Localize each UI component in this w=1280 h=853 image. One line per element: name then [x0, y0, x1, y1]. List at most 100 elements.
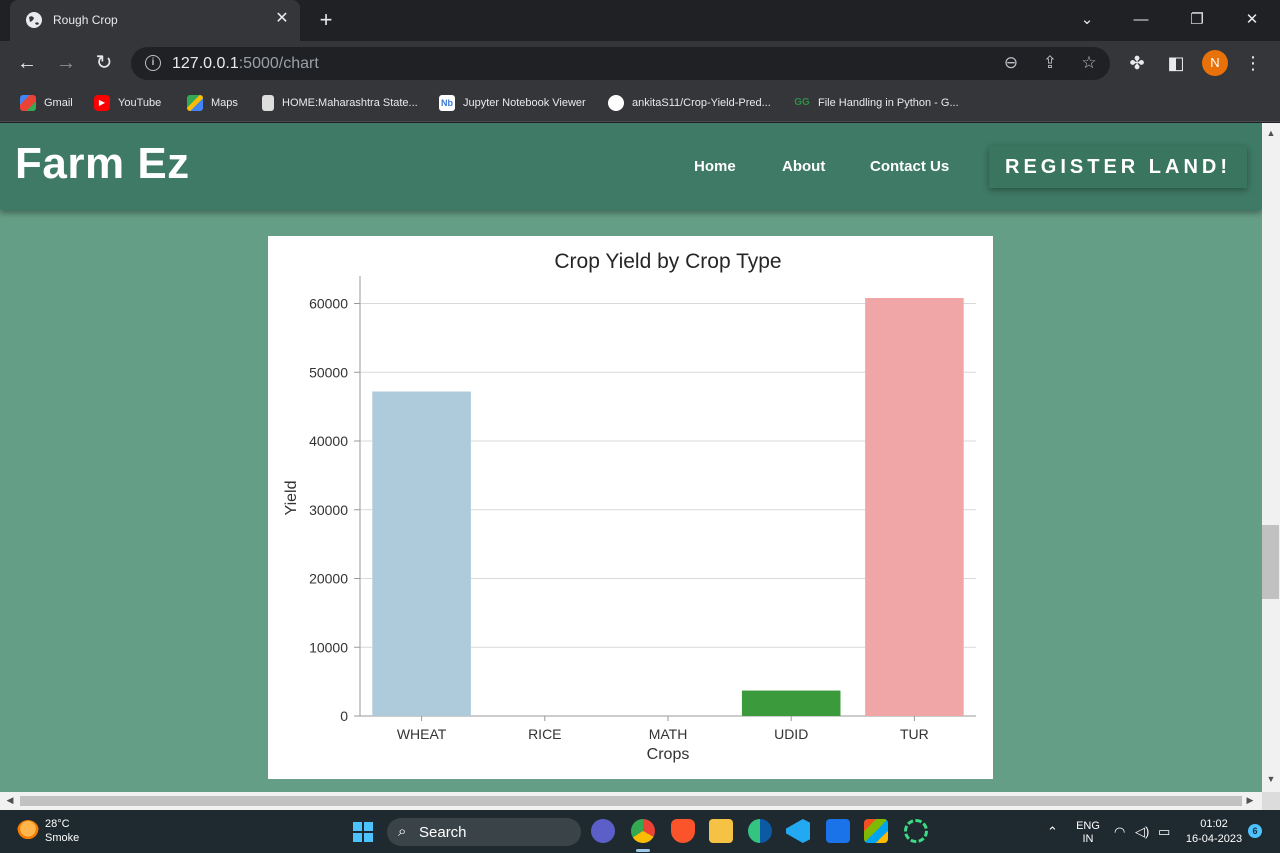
- extensions-icon[interactable]: ✤: [1125, 51, 1149, 75]
- nav-home-link[interactable]: Home: [694, 158, 736, 175]
- zoom-icon[interactable]: ⊖: [1000, 52, 1022, 74]
- vertical-scrollbar[interactable]: [1262, 123, 1280, 792]
- bar-wheat: [372, 391, 471, 716]
- tray-overflow-icon[interactable]: ⌃: [1047, 824, 1058, 840]
- language-bottom[interactable]: IN: [1074, 833, 1102, 845]
- x-tick-label: RICE: [528, 726, 561, 742]
- site-header: Farm Ez Home About Contact Us REGISTER L…: [0, 123, 1262, 210]
- restore-icon[interactable]: ❐: [1185, 8, 1209, 32]
- globe-icon: [26, 12, 42, 28]
- nav-about-link[interactable]: About: [782, 158, 825, 175]
- back-icon[interactable]: ←: [15, 51, 39, 75]
- browser-toolbar: ← → ↻ i 127.0.0.1:5000/chart ⊖ ⇪ ☆ ✤ ◧ N…: [0, 41, 1280, 85]
- bookmark-youtube[interactable]: ▶ YouTube: [94, 94, 161, 112]
- bookmark-maharashtra[interactable]: HOME:Maharashtra State...: [262, 94, 418, 112]
- tab-strip: Rough Crop ✕ + ⌄ — ❐ ✕: [0, 0, 1280, 41]
- scroll-up-arrow-icon[interactable]: ▲: [1264, 128, 1278, 138]
- edge-icon[interactable]: [748, 819, 772, 843]
- forward-icon[interactable]: →: [54, 51, 78, 75]
- weather-temp: 28°C: [45, 818, 70, 830]
- maps-icon: [187, 95, 203, 111]
- new-tab-icon[interactable]: +: [314, 8, 338, 32]
- spinner-app-icon[interactable]: [904, 819, 928, 843]
- battery-icon[interactable]: ▭: [1158, 824, 1170, 840]
- nbviewer-icon: Nb: [439, 95, 455, 111]
- x-axis-label: Crops: [647, 746, 690, 763]
- scroll-left-arrow-icon[interactable]: ◀: [3, 795, 17, 806]
- site-icon: [262, 95, 274, 111]
- horizontal-scroll-thumb[interactable]: [20, 796, 1242, 806]
- bookmark-maps[interactable]: Maps: [187, 94, 238, 112]
- y-tick-label: 30000: [309, 502, 348, 518]
- teams-icon[interactable]: [591, 819, 615, 843]
- start-button-icon[interactable]: [353, 822, 373, 842]
- scroll-down-arrow-icon[interactable]: ▼: [1264, 774, 1278, 784]
- bookmark-star-icon[interactable]: ☆: [1078, 52, 1100, 74]
- site-info-icon[interactable]: i: [145, 55, 161, 71]
- address-bar[interactable]: i 127.0.0.1:5000/chart ⊖ ⇪ ☆: [131, 47, 1110, 80]
- url-text[interactable]: 127.0.0.1:5000/chart: [172, 55, 319, 73]
- chart-title: Crop Yield by Crop Type: [554, 250, 781, 273]
- scroll-right-arrow-icon[interactable]: ▶: [1243, 795, 1257, 806]
- y-tick-label: 50000: [309, 364, 348, 380]
- profile-avatar[interactable]: N: [1202, 50, 1228, 76]
- register-land-button[interactable]: REGISTER LAND!: [989, 146, 1247, 188]
- tab-title: Rough Crop: [53, 13, 118, 27]
- store-icon[interactable]: [864, 819, 888, 843]
- active-app-indicator: [636, 849, 650, 852]
- brave-icon[interactable]: [671, 819, 695, 843]
- side-panel-icon[interactable]: ◧: [1164, 51, 1188, 75]
- gmail-icon: [20, 95, 36, 111]
- bar-tur: [865, 298, 964, 716]
- taskbar-search-label: Search: [419, 824, 467, 841]
- close-tab-icon[interactable]: ✕: [272, 9, 292, 29]
- github-icon: [608, 95, 624, 111]
- vertical-scroll-thumb[interactable]: [1262, 525, 1279, 599]
- weather-sun-icon: [17, 820, 39, 842]
- notification-badge[interactable]: 6: [1248, 824, 1262, 838]
- youtube-icon: ▶: [94, 95, 110, 111]
- windows-taskbar: 28°C Smoke ⌕ Search ⌃ ENG IN ◠ ◁) ▭ 01:0…: [0, 810, 1280, 853]
- reload-icon[interactable]: ↻: [92, 51, 116, 75]
- scrollbar-corner: [1262, 792, 1280, 810]
- page-viewport: Farm Ez Home About Contact Us REGISTER L…: [0, 123, 1262, 792]
- search-icon: ⌕: [398, 823, 407, 840]
- language-top[interactable]: ENG: [1074, 820, 1102, 832]
- x-tick-label: WHEAT: [397, 726, 447, 742]
- menu-icon[interactable]: ⋮: [1241, 51, 1265, 75]
- tab-search-icon[interactable]: ⌄: [1075, 8, 1099, 32]
- bookmark-nbviewer[interactable]: Nb Jupyter Notebook Viewer: [439, 94, 586, 112]
- y-tick-label: 20000: [309, 571, 348, 587]
- bookmark-github[interactable]: ankitaS11/Crop-Yield-Pred...: [608, 94, 771, 112]
- y-axis-label: Yield: [283, 481, 300, 516]
- chart-card: Crop Yield by Crop Type 0 10000 20000 30000…: [268, 236, 993, 779]
- wifi-icon[interactable]: ◠: [1114, 824, 1125, 840]
- weather-desc: Smoke: [45, 832, 80, 844]
- x-tick-label: MATH: [649, 726, 688, 742]
- clock-time[interactable]: 01:02: [1184, 818, 1244, 830]
- close-window-icon[interactable]: ✕: [1240, 8, 1264, 32]
- minimize-icon[interactable]: —: [1129, 8, 1153, 32]
- bar-udid: [741, 690, 841, 716]
- nav-contact-link[interactable]: Contact Us: [870, 158, 949, 175]
- gfg-icon: GG: [794, 97, 810, 108]
- taskbar-search[interactable]: ⌕ Search: [387, 818, 581, 846]
- x-tick-label: UDID: [774, 726, 808, 742]
- bookmarks-bar: Gmail ▶ YouTube Maps HOME:Maharashtra St…: [0, 85, 1280, 122]
- volume-icon[interactable]: ◁): [1135, 824, 1149, 840]
- crop-yield-chart: Crop Yield by Crop Type 0 10000 20000 30000…: [283, 250, 976, 763]
- y-tick-label: 10000: [309, 639, 348, 655]
- y-tick-label: 0: [340, 708, 348, 724]
- chrome-icon[interactable]: [631, 819, 655, 843]
- site-brand[interactable]: Farm Ez: [15, 139, 190, 189]
- file-explorer-icon[interactable]: [709, 819, 733, 843]
- bookmark-gmail[interactable]: Gmail: [20, 94, 73, 112]
- y-tick-label: 60000: [309, 296, 348, 312]
- share-icon[interactable]: ⇪: [1039, 52, 1061, 74]
- mail-icon[interactable]: [826, 819, 850, 843]
- vscode-icon[interactable]: [786, 819, 810, 843]
- clock-date[interactable]: 16-04-2023: [1184, 833, 1244, 845]
- active-tab[interactable]: Rough Crop ✕: [10, 0, 300, 41]
- x-tick-label: TUR: [900, 726, 929, 742]
- bookmark-gfg[interactable]: GG File Handling in Python - G...: [794, 94, 958, 112]
